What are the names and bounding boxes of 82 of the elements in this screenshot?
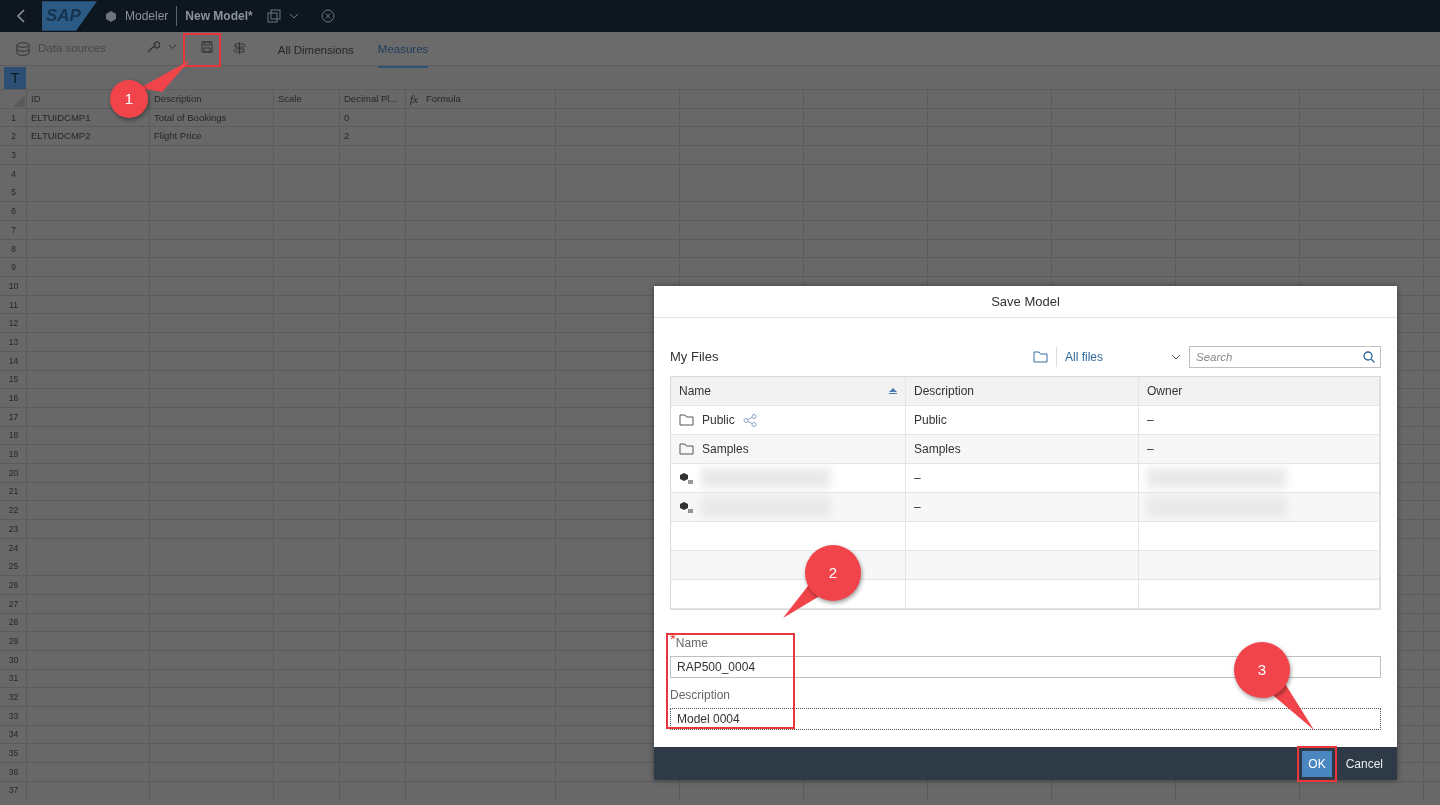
column-header: Description bbox=[914, 383, 975, 400]
row-number: 29 bbox=[7, 634, 20, 648]
folder-icon bbox=[679, 414, 694, 426]
row-number: 5 bbox=[10, 186, 17, 200]
row-number: 23 bbox=[7, 522, 20, 536]
column-header: Formula bbox=[425, 93, 461, 106]
caret-icon bbox=[1171, 354, 1181, 360]
dialog-title: Save Model bbox=[654, 286, 1397, 318]
description-field[interactable]: Model 0004 bbox=[670, 708, 1381, 730]
callout-badge: 1 bbox=[110, 80, 148, 118]
sort-icon[interactable] bbox=[889, 388, 897, 394]
table-cell-text: Total of Bookings bbox=[153, 110, 228, 125]
row-number: 2 bbox=[10, 130, 17, 144]
cube-icon bbox=[679, 472, 693, 484]
column-header: Description bbox=[154, 93, 202, 106]
file-name[interactable]: Public bbox=[702, 411, 735, 429]
table-cell-text: – bbox=[1147, 412, 1154, 429]
row-number: 1 bbox=[10, 111, 17, 125]
row-number: 21 bbox=[7, 485, 20, 499]
row-number: 24 bbox=[7, 541, 20, 555]
row-number: 19 bbox=[7, 448, 20, 462]
caret-icon[interactable] bbox=[288, 13, 299, 19]
row-number: 34 bbox=[7, 728, 20, 742]
caret-icon[interactable] bbox=[167, 44, 177, 50]
row-number: 13 bbox=[7, 335, 20, 349]
row-number: 35 bbox=[7, 747, 20, 761]
row-number: 33 bbox=[7, 709, 20, 723]
row-number: 15 bbox=[7, 373, 20, 387]
close-icon[interactable] bbox=[320, 9, 335, 23]
column-header: ID bbox=[31, 93, 41, 106]
row-number: 25 bbox=[7, 560, 20, 574]
table-cell-text: – bbox=[914, 470, 921, 487]
save-icon[interactable] bbox=[200, 41, 213, 53]
cube-icon bbox=[104, 10, 117, 22]
back-icon[interactable] bbox=[16, 9, 26, 23]
table-cell-text: Samples bbox=[914, 441, 961, 458]
ok-button[interactable]: OK bbox=[1302, 750, 1332, 777]
table-cell-text: 2 bbox=[343, 129, 351, 144]
column-header: Decimal Pl... bbox=[344, 93, 398, 106]
table-cell-text: ELTUIDCMP1 bbox=[30, 110, 92, 125]
app-name: Modeler bbox=[124, 8, 169, 25]
folder-icon[interactable] bbox=[1033, 351, 1048, 363]
cancel-button[interactable]: Cancel bbox=[1339, 753, 1389, 774]
field-label: Name bbox=[675, 636, 708, 652]
row-number: 22 bbox=[7, 504, 20, 518]
table-cell-text: Flight Price bbox=[153, 129, 203, 144]
column-header: Owner bbox=[1147, 383, 1183, 400]
table-cell-text: – bbox=[1147, 441, 1154, 458]
field-label: Description bbox=[670, 687, 732, 704]
row-number: 31 bbox=[7, 672, 20, 686]
search-field[interactable]: Search bbox=[1189, 346, 1381, 368]
table-cell-text: – bbox=[914, 499, 921, 516]
document-title: New Model* bbox=[185, 8, 253, 25]
row-number: 4 bbox=[10, 167, 17, 181]
row-number: 16 bbox=[7, 392, 20, 405]
column-header: Scale bbox=[278, 93, 302, 106]
table-cell-text: ELTUIDCMP2 bbox=[30, 129, 92, 144]
cube-icon bbox=[679, 501, 693, 513]
row-number: 14 bbox=[7, 354, 20, 368]
wrench-icon[interactable] bbox=[145, 40, 160, 54]
row-number: 17 bbox=[7, 410, 20, 424]
database-icon[interactable] bbox=[16, 41, 30, 56]
row-number: 10 bbox=[7, 279, 20, 293]
row-number: 18 bbox=[7, 429, 20, 443]
column-header: Name bbox=[679, 383, 711, 400]
row-number: 36 bbox=[7, 765, 20, 779]
logo: SAP bbox=[42, 1, 97, 31]
filter-dropdown[interactable]: All files bbox=[1065, 348, 1181, 366]
folder-icon bbox=[679, 443, 694, 455]
table-cell-text: 0 bbox=[343, 110, 351, 125]
row-number: 12 bbox=[7, 317, 20, 331]
window-icon[interactable] bbox=[266, 9, 281, 23]
search-icon[interactable] bbox=[1363, 351, 1375, 363]
file-name[interactable]: Samples bbox=[702, 440, 749, 458]
formula-icon: fx bbox=[410, 93, 418, 106]
row-number: 26 bbox=[7, 578, 20, 592]
signpost-icon[interactable] bbox=[232, 40, 246, 54]
location-title: My Files bbox=[670, 348, 719, 367]
row-number: 11 bbox=[8, 298, 19, 312]
table-cell-text: Public bbox=[914, 412, 947, 429]
highlight-frame bbox=[1297, 745, 1337, 782]
row-number: 32 bbox=[7, 691, 20, 704]
